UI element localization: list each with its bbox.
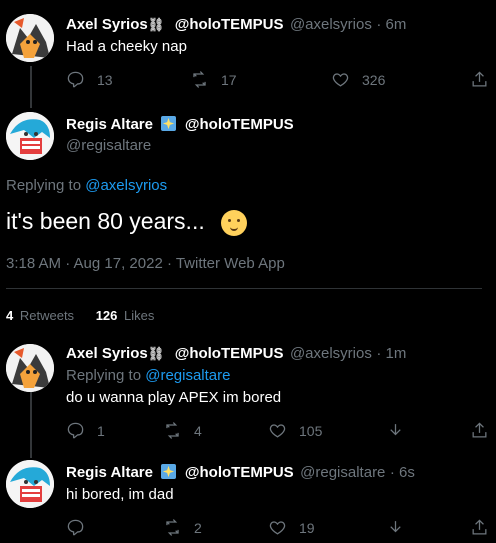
- like-button[interactable]: 326: [331, 70, 385, 89]
- avatar-regis-image: [6, 460, 54, 508]
- tweet-axel-2[interactable]: Axel Syrios⛓ @holoTEMPUS @axelsyrios · 1…: [0, 340, 496, 452]
- likes-count[interactable]: 126: [96, 308, 118, 323]
- retweet-icon: [166, 519, 179, 536]
- avatar-axel[interactable]: [6, 344, 54, 392]
- avatar-axel-image: [6, 344, 54, 392]
- sparkle-badge-icon: [161, 464, 177, 479]
- tweet-author-tag[interactable]: @holoTEMPUS: [185, 116, 294, 133]
- more-menu-button[interactable]: [386, 421, 405, 440]
- tweet-time[interactable]: · 6s: [390, 464, 415, 481]
- avatar-regis-image: [6, 112, 54, 160]
- reply-icon: [67, 422, 84, 439]
- retweet-button[interactable]: 4: [163, 421, 202, 440]
- like-count: 326: [362, 71, 386, 88]
- share-icon: [472, 422, 487, 438]
- old-man-emoji-icon: [221, 209, 248, 236]
- reply-count: 13: [97, 71, 113, 88]
- chain-emoji-icon: ⛓: [147, 346, 165, 361]
- replying-to-link[interactable]: @regisaltare: [145, 367, 230, 384]
- heart-icon: [269, 521, 286, 535]
- heart-icon: [269, 424, 286, 438]
- reply-button[interactable]: 13: [66, 70, 113, 89]
- retweet-button[interactable]: 17: [190, 70, 237, 89]
- tweet-author-tag[interactable]: @holoTEMPUS: [185, 464, 294, 481]
- share-button[interactable]: [470, 70, 489, 89]
- retweets-count[interactable]: 4: [6, 308, 13, 323]
- like-count: 19: [299, 519, 315, 536]
- avatar-axel[interactable]: [6, 14, 54, 62]
- tweet-author-name[interactable]: Regis Altare: [66, 464, 153, 481]
- tweet-author-name[interactable]: Axel Syrios: [66, 345, 148, 362]
- retweets-label[interactable]: Retweets: [20, 308, 74, 323]
- tweet-author-tag[interactable]: @holoTEMPUS: [175, 16, 284, 33]
- chevron-down-icon: [390, 424, 401, 436]
- likes-label[interactable]: Likes: [124, 308, 154, 323]
- heart-icon: [332, 73, 349, 87]
- tweet-author-handle[interactable]: @axelsyrios: [290, 345, 372, 362]
- tweet-text: Had a cheeky nap: [66, 38, 187, 55]
- tweet-author-handle[interactable]: @axelsyrios: [290, 16, 372, 33]
- tweet-meta[interactable]: 3:18 AM · Aug 17, 2022 · Twitter Web App: [6, 255, 285, 272]
- tweet-author-tag[interactable]: @holoTEMPUS: [175, 345, 284, 362]
- tweet-axel-1[interactable]: Axel Syrios⛓ @holoTEMPUS @axelsyrios · 6…: [0, 0, 496, 100]
- retweet-count: 2: [194, 519, 202, 536]
- replying-to-label: Replying to: [6, 177, 86, 194]
- replying-to-label: Replying to: [66, 367, 146, 384]
- tweet-author-name[interactable]: Regis Altare: [66, 116, 153, 133]
- tweet-text: it's been 80 years...: [6, 208, 205, 234]
- retweet-count: 4: [194, 422, 202, 439]
- tweet-author-name[interactable]: Axel Syrios: [66, 16, 148, 33]
- retweet-icon: [166, 422, 179, 439]
- tweet-time[interactable]: · 1m: [376, 345, 406, 362]
- avatar-regis[interactable]: [6, 460, 54, 508]
- reply-button[interactable]: [66, 518, 97, 537]
- tweet-regis-2[interactable]: Regis Altare @holoTEMPUS @regisaltare · …: [0, 452, 496, 543]
- tweet-time[interactable]: · 6m: [376, 16, 406, 33]
- reply-icon: [67, 71, 84, 88]
- chain-emoji-icon: ⛓: [147, 17, 165, 32]
- share-button[interactable]: [470, 421, 489, 440]
- like-count: 105: [299, 422, 323, 439]
- like-button[interactable]: 19: [268, 518, 315, 537]
- like-button[interactable]: 105: [268, 421, 322, 440]
- tweet-author-handle[interactable]: @regisaltare: [66, 137, 151, 154]
- tweet-text: hi bored, im dad: [66, 486, 174, 503]
- avatar-axel-image: [6, 14, 54, 62]
- tweet-author-handle[interactable]: @regisaltare: [300, 464, 385, 481]
- more-menu-button[interactable]: [386, 518, 405, 537]
- sparkle-badge-icon: [161, 116, 177, 131]
- share-icon: [472, 519, 487, 535]
- chevron-down-icon: [390, 521, 401, 533]
- replying-to-link[interactable]: @axelsyrios: [85, 177, 167, 194]
- tweet-regis-focused: Regis Altare @holoTEMPUS @regisaltare Re…: [0, 100, 496, 340]
- reply-icon: [67, 519, 84, 536]
- share-icon: [472, 71, 487, 87]
- tweet-text: do u wanna play APEX im bored: [66, 389, 282, 406]
- avatar-regis[interactable]: [6, 112, 54, 160]
- retweet-count: 17: [221, 71, 237, 88]
- divider: [6, 288, 482, 289]
- reply-button[interactable]: 1: [66, 421, 105, 440]
- retweet-button[interactable]: 2: [163, 518, 202, 537]
- reply-count: 1: [97, 422, 105, 439]
- share-button[interactable]: [470, 518, 489, 537]
- retweet-icon: [193, 71, 206, 88]
